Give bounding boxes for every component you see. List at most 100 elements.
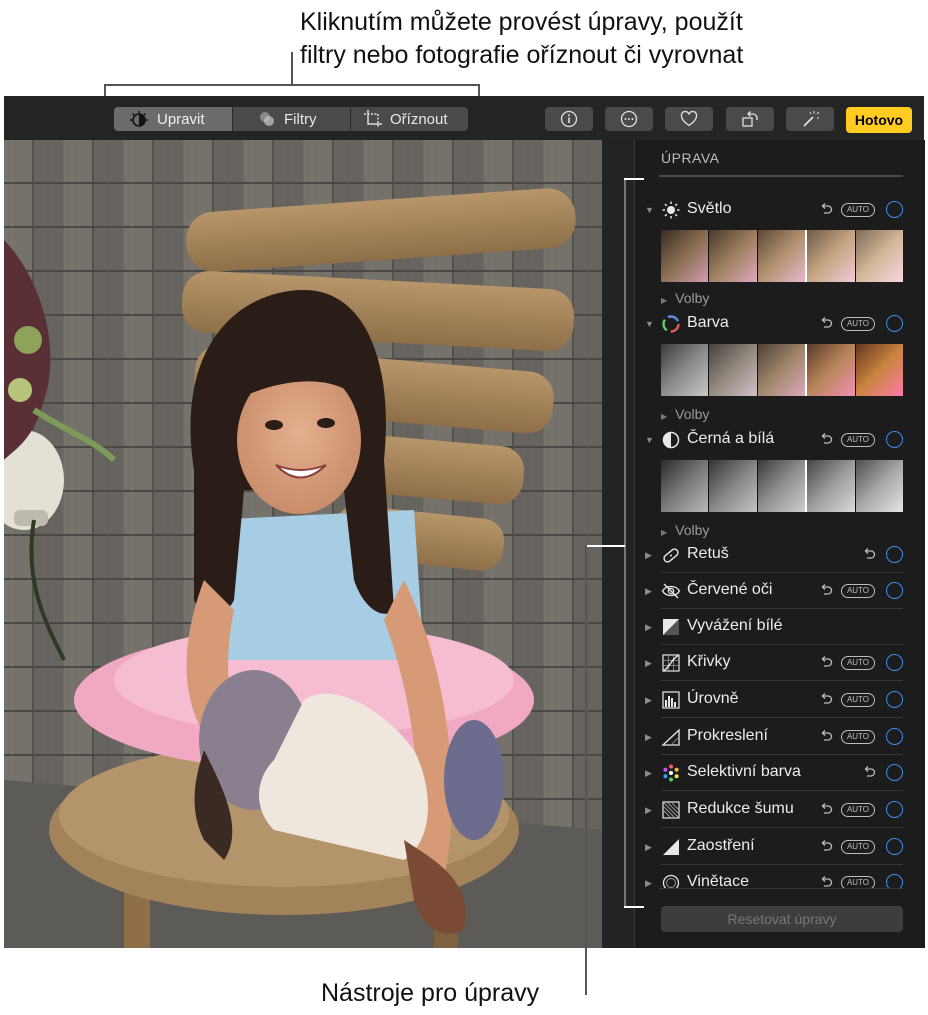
thumbnail bbox=[661, 344, 710, 396]
tab-oriznout[interactable]: Oříznout bbox=[351, 107, 468, 131]
adjustment-label: Černá a bílá bbox=[687, 430, 775, 447]
undo-icon[interactable] bbox=[818, 315, 834, 331]
noise-reduction-icon bbox=[662, 801, 680, 819]
adjustment-label: Barva bbox=[687, 314, 729, 331]
undo-icon[interactable] bbox=[818, 201, 834, 217]
adjustment-toggle[interactable] bbox=[886, 691, 903, 708]
panel-gutter bbox=[602, 140, 634, 948]
undo-icon[interactable] bbox=[818, 431, 834, 447]
adjustment-toggle[interactable] bbox=[886, 315, 903, 332]
auto-enhance-button[interactable] bbox=[786, 107, 834, 131]
undo-icon[interactable] bbox=[861, 546, 877, 562]
more-button[interactable] bbox=[605, 107, 653, 131]
adjust-icon bbox=[130, 111, 148, 127]
adjustment-barva[interactable]: ▼ Barva AUTO bbox=[645, 306, 903, 342]
tab-filtry[interactable]: Filtry bbox=[233, 107, 350, 131]
adjustment-toggle[interactable] bbox=[886, 582, 903, 599]
adjustment-zaostreni[interactable]: ▶ Zaostření AUTO bbox=[645, 829, 903, 865]
callout-bottom-stem bbox=[585, 545, 587, 995]
adjustment-label: Zaostření bbox=[687, 837, 755, 854]
favorite-button[interactable] bbox=[665, 107, 713, 131]
divider bbox=[661, 717, 903, 718]
adjustment-toggle[interactable] bbox=[886, 654, 903, 671]
disclosure-triangle-icon[interactable]: ▶ bbox=[645, 805, 652, 816]
auto-button[interactable]: AUTO bbox=[841, 317, 875, 331]
tab-upravit[interactable]: Upravit bbox=[114, 107, 232, 131]
light-thumbnail-strip[interactable] bbox=[661, 230, 904, 282]
vignette-icon bbox=[662, 874, 680, 889]
callout-top: Kliknutím můžete provést úpravy, použít … bbox=[300, 6, 900, 72]
adjustment-vyvazeni-bile[interactable]: ▶ Vyvážení bílé bbox=[645, 609, 903, 645]
adjustment-vinetace[interactable]: ▶ Vinětace AUTO bbox=[645, 865, 903, 889]
options-row[interactable]: ▶ Volby bbox=[661, 406, 709, 422]
disclosure-triangle-icon[interactable]: ▶ bbox=[645, 878, 652, 889]
thumbnail bbox=[807, 230, 856, 282]
disclosure-triangle-icon[interactable]: ▶ bbox=[645, 586, 652, 597]
undo-icon[interactable] bbox=[818, 691, 834, 707]
disclosure-triangle-icon[interactable]: ▶ bbox=[645, 768, 652, 779]
disclosure-triangle-icon[interactable]: ▶ bbox=[645, 622, 652, 633]
adjustment-retus[interactable]: ▶ Retuš bbox=[645, 537, 903, 573]
rotate-button[interactable] bbox=[726, 107, 774, 131]
more-icon bbox=[620, 110, 638, 128]
photo-canvas[interactable] bbox=[4, 140, 602, 948]
disclosure-triangle-expanded-icon[interactable]: ▼ bbox=[645, 319, 654, 329]
disclosure-triangle-icon[interactable]: ▶ bbox=[645, 695, 652, 706]
thumbnail bbox=[757, 344, 808, 396]
undo-icon[interactable] bbox=[818, 582, 834, 598]
levels-icon bbox=[662, 691, 680, 709]
adjustment-cerna-a-bila[interactable]: ▼ Černá a bílá AUTO bbox=[645, 422, 903, 458]
adjustment-label: Retuš bbox=[687, 545, 729, 562]
disclosure-triangle-icon[interactable]: ▶ bbox=[645, 842, 652, 853]
undo-icon[interactable] bbox=[861, 764, 877, 780]
auto-button[interactable]: AUTO bbox=[841, 584, 875, 598]
undo-icon[interactable] bbox=[818, 801, 834, 817]
undo-icon[interactable] bbox=[818, 838, 834, 854]
adjustment-prokresleni[interactable]: ▶ Prokreslení AUTO bbox=[645, 719, 903, 755]
adjustment-krivky[interactable]: ▶ Křivky AUTO bbox=[645, 645, 903, 681]
auto-button[interactable]: AUTO bbox=[841, 730, 875, 744]
thumbnail bbox=[709, 344, 758, 396]
adjustment-toggle[interactable] bbox=[886, 874, 903, 889]
done-button[interactable]: Hotovo bbox=[846, 107, 912, 133]
undo-icon[interactable] bbox=[818, 654, 834, 670]
options-label: Volby bbox=[675, 522, 710, 538]
disclosure-triangle-expanded-icon[interactable]: ▼ bbox=[645, 205, 654, 215]
auto-button[interactable]: AUTO bbox=[841, 693, 875, 707]
adjustments-panel: ÚPRAVA ▼ Světlo AUTO ▶ Volby ▼ Barva AUT… bbox=[634, 140, 925, 948]
auto-button[interactable]: AUTO bbox=[841, 840, 875, 854]
black-white-thumbnail-strip[interactable] bbox=[661, 460, 904, 512]
auto-button[interactable]: AUTO bbox=[841, 203, 875, 217]
auto-button[interactable]: AUTO bbox=[841, 803, 875, 817]
thumbnail bbox=[757, 460, 808, 512]
adjustment-toggle[interactable] bbox=[886, 431, 903, 448]
auto-button[interactable]: AUTO bbox=[841, 656, 875, 670]
thumbnail bbox=[661, 460, 710, 512]
options-row[interactable]: ▶ Volby bbox=[661, 522, 709, 538]
options-row[interactable]: ▶ Volby bbox=[661, 290, 709, 306]
adjustment-toggle[interactable] bbox=[886, 801, 903, 818]
callout-bottom: Nástroje pro úpravy bbox=[321, 979, 540, 1007]
undo-icon[interactable] bbox=[818, 874, 834, 889]
adjustment-svetlo[interactable]: ▼ Světlo AUTO bbox=[645, 192, 903, 228]
disclosure-triangle-icon[interactable]: ▶ bbox=[645, 732, 652, 743]
adjustment-toggle[interactable] bbox=[886, 201, 903, 218]
adjustment-toggle[interactable] bbox=[886, 728, 903, 745]
selective-color-icon bbox=[663, 764, 679, 782]
auto-button[interactable]: AUTO bbox=[841, 433, 875, 447]
adjustment-urovne[interactable]: ▶ Úrovně AUTO bbox=[645, 682, 903, 718]
disclosure-triangle-icon[interactable]: ▶ bbox=[645, 658, 652, 669]
adjustment-toggle[interactable] bbox=[886, 546, 903, 563]
adjustment-cervene-oci[interactable]: ▶ Červené oči AUTO bbox=[645, 573, 903, 609]
adjustment-toggle[interactable] bbox=[886, 764, 903, 781]
color-thumbnail-strip[interactable] bbox=[661, 344, 904, 396]
adjustment-redukce-sumu[interactable]: ▶ Redukce šumu AUTO bbox=[645, 792, 903, 828]
undo-icon[interactable] bbox=[818, 728, 834, 744]
adjustment-selektivni-barva[interactable]: ▶ Selektivní barva bbox=[645, 755, 903, 791]
disclosure-triangle-icon[interactable]: ▶ bbox=[645, 550, 652, 561]
color-wheel-icon bbox=[662, 315, 680, 333]
reset-adjustments-button[interactable]: Resetovat úpravy bbox=[661, 906, 903, 932]
disclosure-triangle-expanded-icon[interactable]: ▼ bbox=[645, 435, 654, 445]
adjustment-toggle[interactable] bbox=[886, 838, 903, 855]
info-button[interactable] bbox=[545, 107, 593, 131]
